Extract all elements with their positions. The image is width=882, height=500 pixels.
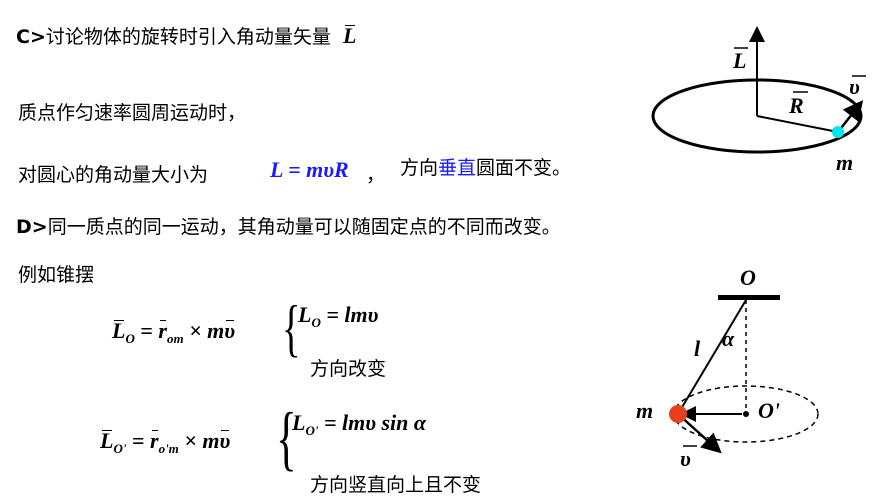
label-m: m [836, 150, 853, 175]
label-L: L [732, 48, 746, 73]
label-R: R [788, 93, 804, 118]
center-O-prime-dot [743, 411, 749, 417]
string-line [677, 299, 747, 415]
diagrams-svg: L R υ m O l α m O' υ [636, 26, 866, 471]
label-O-prime: O' [758, 398, 780, 423]
label-alpha: α [722, 326, 735, 351]
circle-diagram: L R υ m [651, 26, 866, 175]
R-vector-line [756, 115, 839, 133]
label-v-pendulum: υ [680, 446, 691, 471]
label-m-pendulum: m [636, 398, 653, 423]
label-l: l [694, 336, 701, 361]
pendulum-bob [669, 405, 687, 423]
pivot-bar [718, 295, 780, 300]
pendulum-diagram: O l α m O' υ [636, 265, 819, 471]
label-O: O [740, 265, 756, 290]
particle-dot [832, 126, 844, 138]
label-v: υ [849, 74, 860, 99]
